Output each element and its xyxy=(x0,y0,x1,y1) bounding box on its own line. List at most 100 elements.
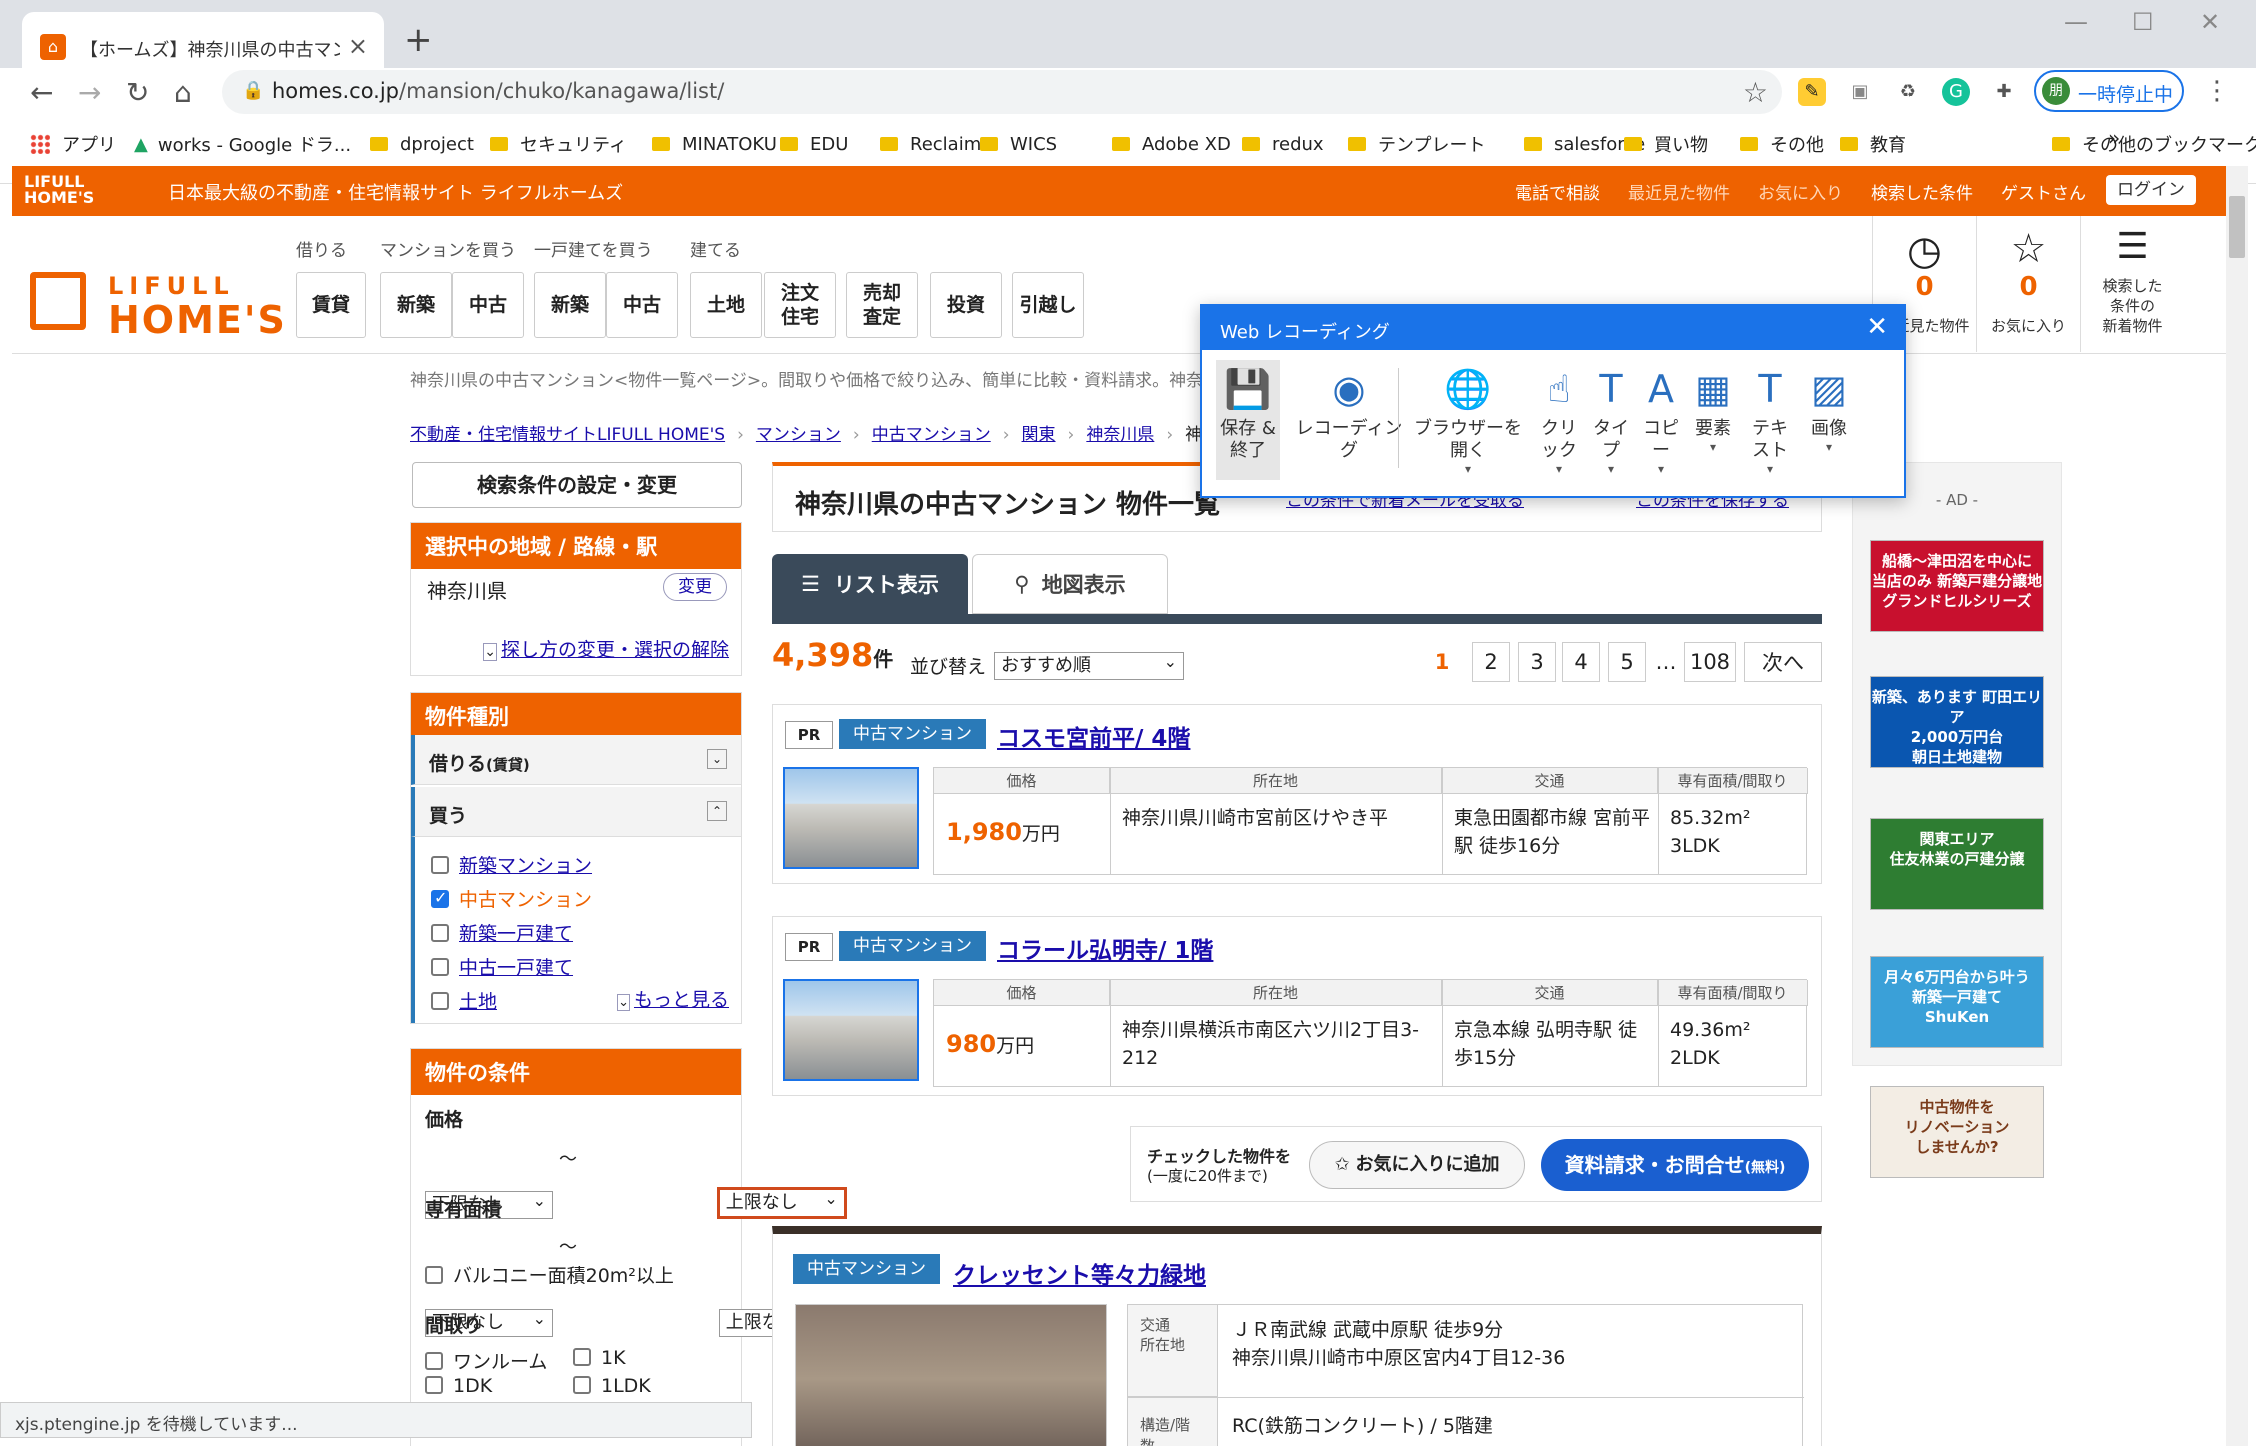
ad-banner[interactable]: 船橋～津田沼を中心に 当店のみ 新築戸建分譲地 グランドヒルシリーズ xyxy=(1870,540,2044,632)
ad-banner[interactable]: 新築、あります 町田エリア 2,000万円台 朝日土地建物 xyxy=(1870,676,2044,768)
bookmark-item[interactable]: MINATOKU xyxy=(652,122,777,166)
top-link[interactable]: 最近見た物件 xyxy=(1628,179,1730,204)
sort-select[interactable]: おすすめ順 xyxy=(994,649,1184,680)
extensions-puzzle-icon[interactable]: ✚ xyxy=(1990,78,2018,106)
minimize-icon[interactable]: — xyxy=(2064,8,2088,36)
pager-item[interactable]: 1 xyxy=(1424,642,1460,682)
change-area-button[interactable]: 変更 xyxy=(663,573,727,601)
recorder-tool[interactable]: A コピー ▾ xyxy=(1638,360,1684,476)
pager-item[interactable]: … xyxy=(1654,642,1678,682)
property-type-option[interactable]: 新築マンション xyxy=(431,851,592,878)
property-type-option[interactable]: 中古一戸建て xyxy=(431,953,573,980)
ad-banner[interactable]: 月々6万円台から叶う 新築一戸建て ShuKen xyxy=(1870,956,2044,1048)
pager-item[interactable]: 4 xyxy=(1562,642,1600,682)
layout-option[interactable]: ワンルーム xyxy=(425,1347,547,1374)
price-max-select[interactable]: 上限なし xyxy=(716,1186,847,1219)
property-type-option[interactable]: 土地 xyxy=(431,987,497,1014)
balcony-checkbox[interactable]: バルコニー面積20m²以上 xyxy=(425,1261,674,1288)
window-close-icon[interactable]: ✕ xyxy=(2200,8,2220,36)
tab-list-view[interactable]: ☰ リスト表示 xyxy=(772,554,968,614)
new-tab-icon[interactable]: + xyxy=(404,20,433,60)
recorder-close-icon[interactable]: ✕ xyxy=(1866,312,1888,342)
breadcrumb-link[interactable]: 関東 xyxy=(1022,425,1056,445)
extension-recycle-icon[interactable]: ♻ xyxy=(1894,78,1922,106)
address-bar[interactable]: 🔒 homes.co.jp/mansion/chuko/kanagawa/lis… xyxy=(222,70,1782,114)
login-button[interactable]: ログイン xyxy=(2106,175,2196,205)
property-name-link[interactable]: コラール弘明寺/ 1階 xyxy=(997,931,1213,965)
top-link[interactable]: お気に入り xyxy=(1758,179,1843,204)
bookmark-item[interactable]: EDU xyxy=(780,122,848,166)
buy-section-toggle[interactable]: 買う ⌃ xyxy=(411,787,741,837)
bookmark-item[interactable]: 買い物 xyxy=(1624,122,1708,166)
property-photo[interactable] xyxy=(783,979,919,1081)
layout-option[interactable]: 1DK xyxy=(425,1375,492,1397)
checkbox[interactable] xyxy=(431,855,449,874)
ad-banner[interactable]: 関東エリア 住友林業の戸建分譲 xyxy=(1870,818,2044,910)
nav-button[interactable]: 新築 xyxy=(534,272,606,338)
breadcrumb-link[interactable]: マンション xyxy=(756,425,841,445)
site-small-logo[interactable]: LIFULL HOME'S xyxy=(24,174,94,206)
layout-option[interactable]: 1LDK xyxy=(573,1375,651,1397)
request-info-button[interactable]: 資料請求・お問合せ(無料) xyxy=(1541,1139,1809,1191)
nav-button[interactable]: 投資 xyxy=(930,272,1002,338)
profile-pause-button[interactable]: 朋 一時停止中 xyxy=(2034,70,2184,112)
property-type-option[interactable]: 新築一戸建て xyxy=(431,919,573,946)
bookmark-item[interactable]: アプリ xyxy=(30,122,116,166)
favorites[interactable]: ☆ 0 お気に入り xyxy=(1976,216,2080,352)
nav-button[interactable]: 賃貸 xyxy=(296,272,366,338)
property-name-link[interactable]: コスモ宮前平/ 4階 xyxy=(997,719,1190,753)
nav-button[interactable]: 注文 住宅 xyxy=(764,272,836,338)
property-photo[interactable] xyxy=(783,767,919,869)
recorder-tool[interactable]: 💾 保存 & 終了 xyxy=(1216,360,1280,480)
extension-icon[interactable]: ✎ xyxy=(1798,78,1826,106)
chrome-menu-icon[interactable]: ⋮ xyxy=(2204,76,2230,106)
property-name-link[interactable]: クレッセント等々力緑地 xyxy=(953,1256,1206,1290)
recorder-tool[interactable]: ▦ 要素 ▾ xyxy=(1690,360,1736,454)
forward-icon[interactable]: → xyxy=(78,76,101,109)
add-favorite-button[interactable]: ✩ お気に入りに追加 xyxy=(1309,1141,1525,1189)
breadcrumb-link[interactable]: 神奈川県 xyxy=(1086,425,1154,445)
recorder-tool[interactable]: ▨ 画像 ▾ xyxy=(1802,360,1856,454)
bookmark-item[interactable]: Reclaim xyxy=(880,122,981,166)
breadcrumb-link[interactable]: 中古マンション xyxy=(872,425,991,445)
pager-item[interactable]: 2 xyxy=(1472,642,1510,682)
pager-item[interactable]: 108 xyxy=(1684,642,1736,682)
home-icon[interactable]: ⌂ xyxy=(174,76,192,109)
nav-button[interactable]: 新築 xyxy=(380,272,452,338)
close-tab-icon[interactable]: × xyxy=(348,32,368,60)
rent-section-toggle[interactable]: 借りる(賃貸) ⌄ xyxy=(411,735,741,785)
tab-map-view[interactable]: ⚲ 地図表示 xyxy=(972,554,1168,614)
pager-item[interactable]: 5 xyxy=(1608,642,1646,682)
recorder-tool[interactable]: T タイプ ▾ xyxy=(1588,360,1634,476)
recorder-tool[interactable]: T テキスト ▾ xyxy=(1744,360,1796,476)
nav-button[interactable]: 中古 xyxy=(606,272,678,338)
top-link[interactable]: 検索した条件 xyxy=(1871,179,1973,204)
maximize-icon[interactable]: ☐ xyxy=(2132,8,2154,36)
breadcrumb-link[interactable]: 不動産・住宅情報サイトLIFULL HOME'S xyxy=(410,425,725,445)
nav-button[interactable]: 中古 xyxy=(452,272,524,338)
checkbox[interactable] xyxy=(431,923,449,942)
grammarly-icon[interactable]: G xyxy=(1942,78,1970,106)
top-link[interactable]: 電話で相談 xyxy=(1515,179,1600,204)
layout-option[interactable]: 1K xyxy=(573,1347,626,1369)
search-settings-button[interactable]: 検索条件の設定・変更 xyxy=(412,462,742,508)
recorder-tool[interactable]: ☝ クリック ▾ xyxy=(1534,360,1584,476)
extension-chat-icon[interactable]: ▣ xyxy=(1846,78,1874,106)
nav-button[interactable]: 引越し xyxy=(1012,272,1084,338)
recorder-tool[interactable]: 🌐 ブラウザーを開く ▾ xyxy=(1410,360,1526,476)
bookmark-item[interactable]: 教育 xyxy=(1840,122,1906,166)
pager-item[interactable]: 次へ xyxy=(1744,642,1822,682)
recorder-tool[interactable]: ◉ レコーディング xyxy=(1294,360,1404,462)
more-types-link[interactable]: ⌄ もっと見る xyxy=(617,985,729,1012)
bookmark-item[interactable]: dproject xyxy=(370,122,474,166)
saved-search-new[interactable]: ☰ 検索した 条件の 新着物件 xyxy=(2080,216,2184,352)
bookmark-item[interactable]: WICS xyxy=(980,122,1057,166)
pager-item[interactable]: 3 xyxy=(1518,642,1556,682)
change-method-link[interactable]: ⌄ 探し方の変更・選択の解除 xyxy=(483,635,729,662)
bookmark-item[interactable]: Adobe XD xyxy=(1112,122,1231,166)
bookmark-star-icon[interactable]: ☆ xyxy=(1743,76,1768,109)
checkbox[interactable] xyxy=(431,888,449,908)
nav-button[interactable]: 土地 xyxy=(690,272,762,338)
bookmark-item[interactable]: その他 xyxy=(1740,122,1824,166)
back-icon[interactable]: ← xyxy=(30,76,53,109)
